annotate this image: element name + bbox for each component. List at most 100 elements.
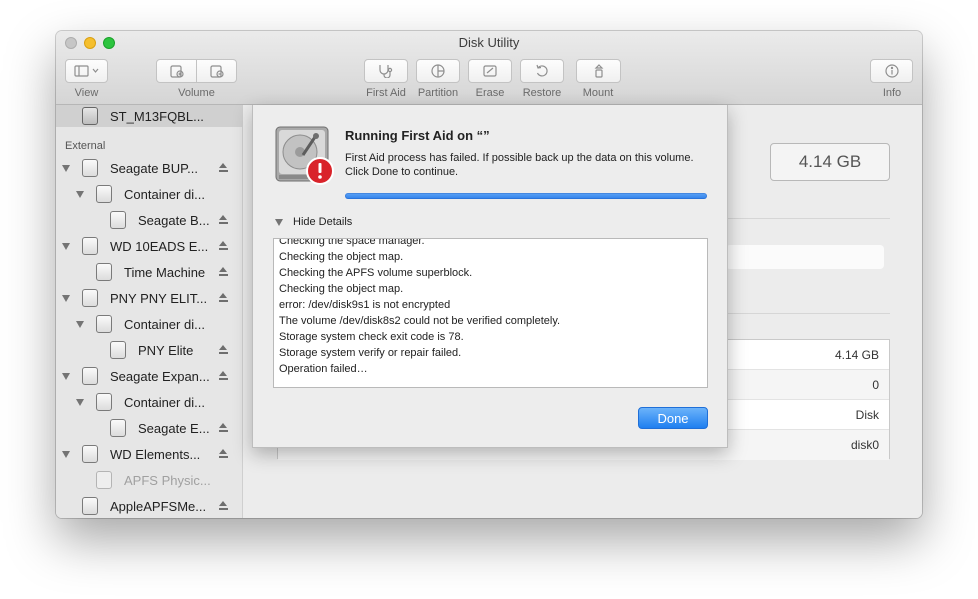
internal-disk-icon	[82, 107, 98, 125]
log-line: Checking the object map.	[279, 251, 404, 263]
disk-icon	[96, 263, 112, 281]
disclosure-triangle-icon[interactable]	[62, 243, 70, 250]
sidebar-item-label: WD Elements...	[110, 446, 201, 462]
sidebar-item[interactable]: WD Elements...	[56, 443, 242, 465]
disk-icon	[82, 159, 98, 177]
disk-icon	[96, 393, 112, 411]
first-aid-control	[364, 59, 408, 83]
sidebar-item-label: Seagate B...	[138, 212, 210, 228]
disk-icon	[82, 367, 98, 385]
erase-button[interactable]	[468, 59, 512, 83]
sidebar-section-external: External	[65, 140, 106, 152]
view-label: View	[74, 87, 99, 99]
sidebar-item-label: Container di...	[124, 394, 205, 410]
view-button[interactable]	[65, 59, 108, 83]
sidebar-item[interactable]: PNY PNY ELIT...	[56, 287, 242, 309]
sidebar-item-label: PNY Elite	[138, 342, 194, 358]
view-control	[65, 59, 108, 83]
disk-icon	[96, 315, 112, 333]
disk-icon	[110, 341, 126, 359]
capacity-box: 4.14 GB	[770, 143, 890, 181]
usage-bar	[726, 245, 884, 269]
eject-icon[interactable]	[219, 241, 228, 251]
log-line: Checking the space manager.	[279, 238, 425, 247]
disclosure-triangle-icon[interactable]	[62, 373, 70, 380]
sidebar-item-label: Time Machine	[124, 264, 206, 280]
restore-control	[520, 59, 564, 83]
erase-label: Erase	[475, 87, 505, 99]
disclosure-triangle-icon[interactable]	[62, 165, 70, 172]
done-button[interactable]: Done	[638, 407, 708, 429]
sidebar-item[interactable]: Container di...	[56, 391, 242, 413]
mount-button[interactable]	[576, 59, 621, 83]
mount-icon	[594, 64, 603, 78]
hide-details-toggle[interactable]: Hide Details	[293, 216, 352, 228]
sidebar-item-label: Container di...	[124, 186, 205, 202]
sidebar-item[interactable]: WD 10EADS E...	[56, 235, 242, 257]
progress-bar	[345, 193, 707, 199]
hard-drive-alert-icon	[275, 126, 334, 185]
eject-icon[interactable]	[219, 267, 228, 277]
log-line: Operation failed…	[279, 363, 368, 375]
disk-icon	[110, 211, 126, 229]
window-title: Disk Utility	[458, 35, 520, 50]
sidebar-item[interactable]: Seagate B...	[56, 209, 242, 231]
volume-label: Volume	[178, 87, 215, 99]
sidebar-item-label: Seagate BUP...	[110, 160, 198, 176]
sidebar-item-label: AppleAPFSMe...	[110, 498, 207, 514]
remove-volume-button[interactable]	[197, 59, 237, 83]
sidebar-item-selected[interactable]: ST_M13FQBL...	[56, 105, 242, 127]
restore-button[interactable]	[520, 59, 564, 83]
disk-icon	[82, 237, 98, 255]
partition-button[interactable]	[416, 59, 460, 83]
disclosure-triangle-icon[interactable]	[62, 295, 70, 302]
eject-icon[interactable]	[219, 423, 228, 433]
sidebar-item[interactable]: PNY Elite	[56, 339, 242, 361]
log-line: Storage system verify or repair failed.	[279, 347, 462, 359]
sidebar-item[interactable]: Container di...	[56, 183, 242, 205]
eject-icon[interactable]	[219, 371, 228, 381]
mount-control	[576, 59, 621, 83]
log-line: error: /dev/disk9s1 is not encrypted	[279, 299, 451, 311]
partition-control	[416, 59, 460, 83]
eject-icon[interactable]	[219, 449, 228, 459]
disk-icon	[96, 185, 112, 203]
sidebar-item[interactable]: Container di...	[56, 313, 242, 335]
log-view[interactable]: Checking the space manager. Checking the …	[273, 238, 708, 388]
eject-icon[interactable]	[219, 293, 228, 303]
log-line: Storage system check exit code is 78.	[279, 331, 464, 343]
sidebar-view-icon	[73, 65, 98, 77]
sidebar-item-label: WD 10EADS E...	[110, 238, 209, 254]
eject-icon[interactable]	[219, 345, 228, 355]
disk-icon	[82, 445, 98, 463]
disclosure-triangle-icon[interactable]	[76, 321, 84, 328]
volume-control	[156, 59, 237, 83]
eject-icon[interactable]	[219, 163, 228, 173]
eject-icon[interactable]	[219, 215, 228, 225]
sidebar-item[interactable]: APFS Physic...	[56, 469, 242, 491]
sheet-message: First Aid process has failed. If possibl…	[345, 152, 694, 178]
sidebar-item[interactable]: Seagate BUP...	[56, 157, 242, 179]
log-line: Checking the object map.	[279, 283, 404, 295]
disk-icon	[82, 289, 98, 307]
disclosure-triangle-icon[interactable]	[76, 399, 84, 406]
titlebar: Disk Utility View Volume First Aid Parti…	[56, 31, 922, 105]
info-button[interactable]	[870, 59, 913, 83]
disk-icon	[110, 419, 126, 437]
first-aid-sheet: Running First Aid on “” First Aid proces…	[252, 105, 728, 448]
disclosure-triangle-icon[interactable]	[275, 219, 283, 226]
info-icon	[884, 64, 899, 78]
sidebar-item-label: Seagate E...	[138, 420, 210, 436]
sidebar-item[interactable]: AppleAPFSMe...	[56, 495, 242, 517]
eject-icon[interactable]	[219, 501, 228, 511]
sidebar-item-label: Seagate Expan...	[110, 368, 210, 384]
add-volume-button[interactable]	[156, 59, 197, 83]
add-volume-icon	[169, 65, 184, 78]
sidebar-item[interactable]: Seagate Expan...	[56, 365, 242, 387]
sheet-title: Running First Aid on “”	[345, 128, 490, 143]
disclosure-triangle-icon[interactable]	[62, 451, 70, 458]
sidebar-item[interactable]: Time Machine	[56, 261, 242, 283]
first-aid-button[interactable]	[364, 59, 408, 83]
sidebar-item[interactable]: Seagate E...	[56, 417, 242, 439]
disclosure-triangle-icon[interactable]	[76, 191, 84, 198]
